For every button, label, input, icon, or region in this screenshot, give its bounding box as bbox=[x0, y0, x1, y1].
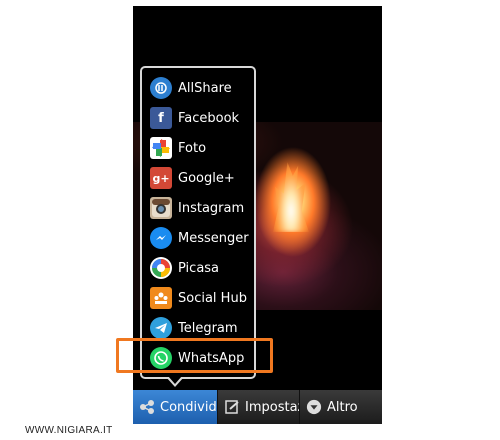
share-item-label: Messenger bbox=[178, 230, 249, 246]
allshare-icon bbox=[150, 77, 172, 99]
share-item-label: Google+ bbox=[178, 170, 235, 186]
share-item-facebook[interactable]: f Facebook bbox=[150, 103, 254, 133]
share-item-googleplus[interactable]: g+ Google+ bbox=[150, 163, 254, 193]
share-item-label: Telegram bbox=[178, 320, 238, 336]
share-item-instagram[interactable]: Instagram bbox=[150, 193, 254, 223]
share-item-label: Facebook bbox=[178, 110, 240, 126]
messenger-icon bbox=[150, 227, 172, 249]
popup-pointer-inner bbox=[168, 376, 182, 384]
social-hub-icon bbox=[150, 287, 172, 309]
share-icon bbox=[139, 399, 155, 415]
photos-icon bbox=[150, 137, 172, 159]
share-item-picasa[interactable]: Picasa bbox=[150, 253, 254, 283]
share-item-messenger[interactable]: Messenger bbox=[150, 223, 254, 253]
share-item-label: Social Hub bbox=[178, 290, 247, 306]
instagram-icon bbox=[150, 197, 172, 219]
share-item-label: Instagram bbox=[178, 200, 245, 216]
more-button[interactable]: Altro bbox=[300, 390, 382, 424]
share-item-foto[interactable]: Foto bbox=[150, 133, 254, 163]
share-label: Condividi bbox=[160, 399, 218, 415]
share-item-allshare[interactable]: AllShare bbox=[150, 73, 254, 103]
share-button[interactable]: Condividi bbox=[133, 390, 218, 424]
settings-edit-icon bbox=[224, 399, 240, 415]
whatsapp-highlight-box bbox=[116, 338, 273, 373]
share-menu-popup: AllShare f Facebook Foto g+ Google+ Inst… bbox=[140, 66, 256, 379]
chevron-down-circle-icon bbox=[306, 399, 322, 415]
picasa-icon bbox=[150, 257, 172, 279]
facebook-icon: f bbox=[150, 107, 172, 129]
fire-image bbox=[273, 162, 309, 232]
share-item-social-hub[interactable]: Social Hub bbox=[150, 283, 254, 313]
more-label: Altro bbox=[327, 399, 358, 415]
settings-button[interactable]: Impostazioni bbox=[218, 390, 300, 424]
bottom-action-bar: Condividi Impostazioni Altro bbox=[133, 390, 382, 424]
googleplus-icon: g+ bbox=[150, 167, 172, 189]
telegram-icon bbox=[150, 317, 172, 339]
share-item-label: Foto bbox=[178, 140, 207, 156]
share-item-label: Picasa bbox=[178, 260, 220, 276]
settings-label: Impostazioni bbox=[245, 399, 299, 415]
watermark: WWW.NIGIARA.IT bbox=[25, 425, 113, 436]
share-item-label: AllShare bbox=[178, 80, 232, 96]
